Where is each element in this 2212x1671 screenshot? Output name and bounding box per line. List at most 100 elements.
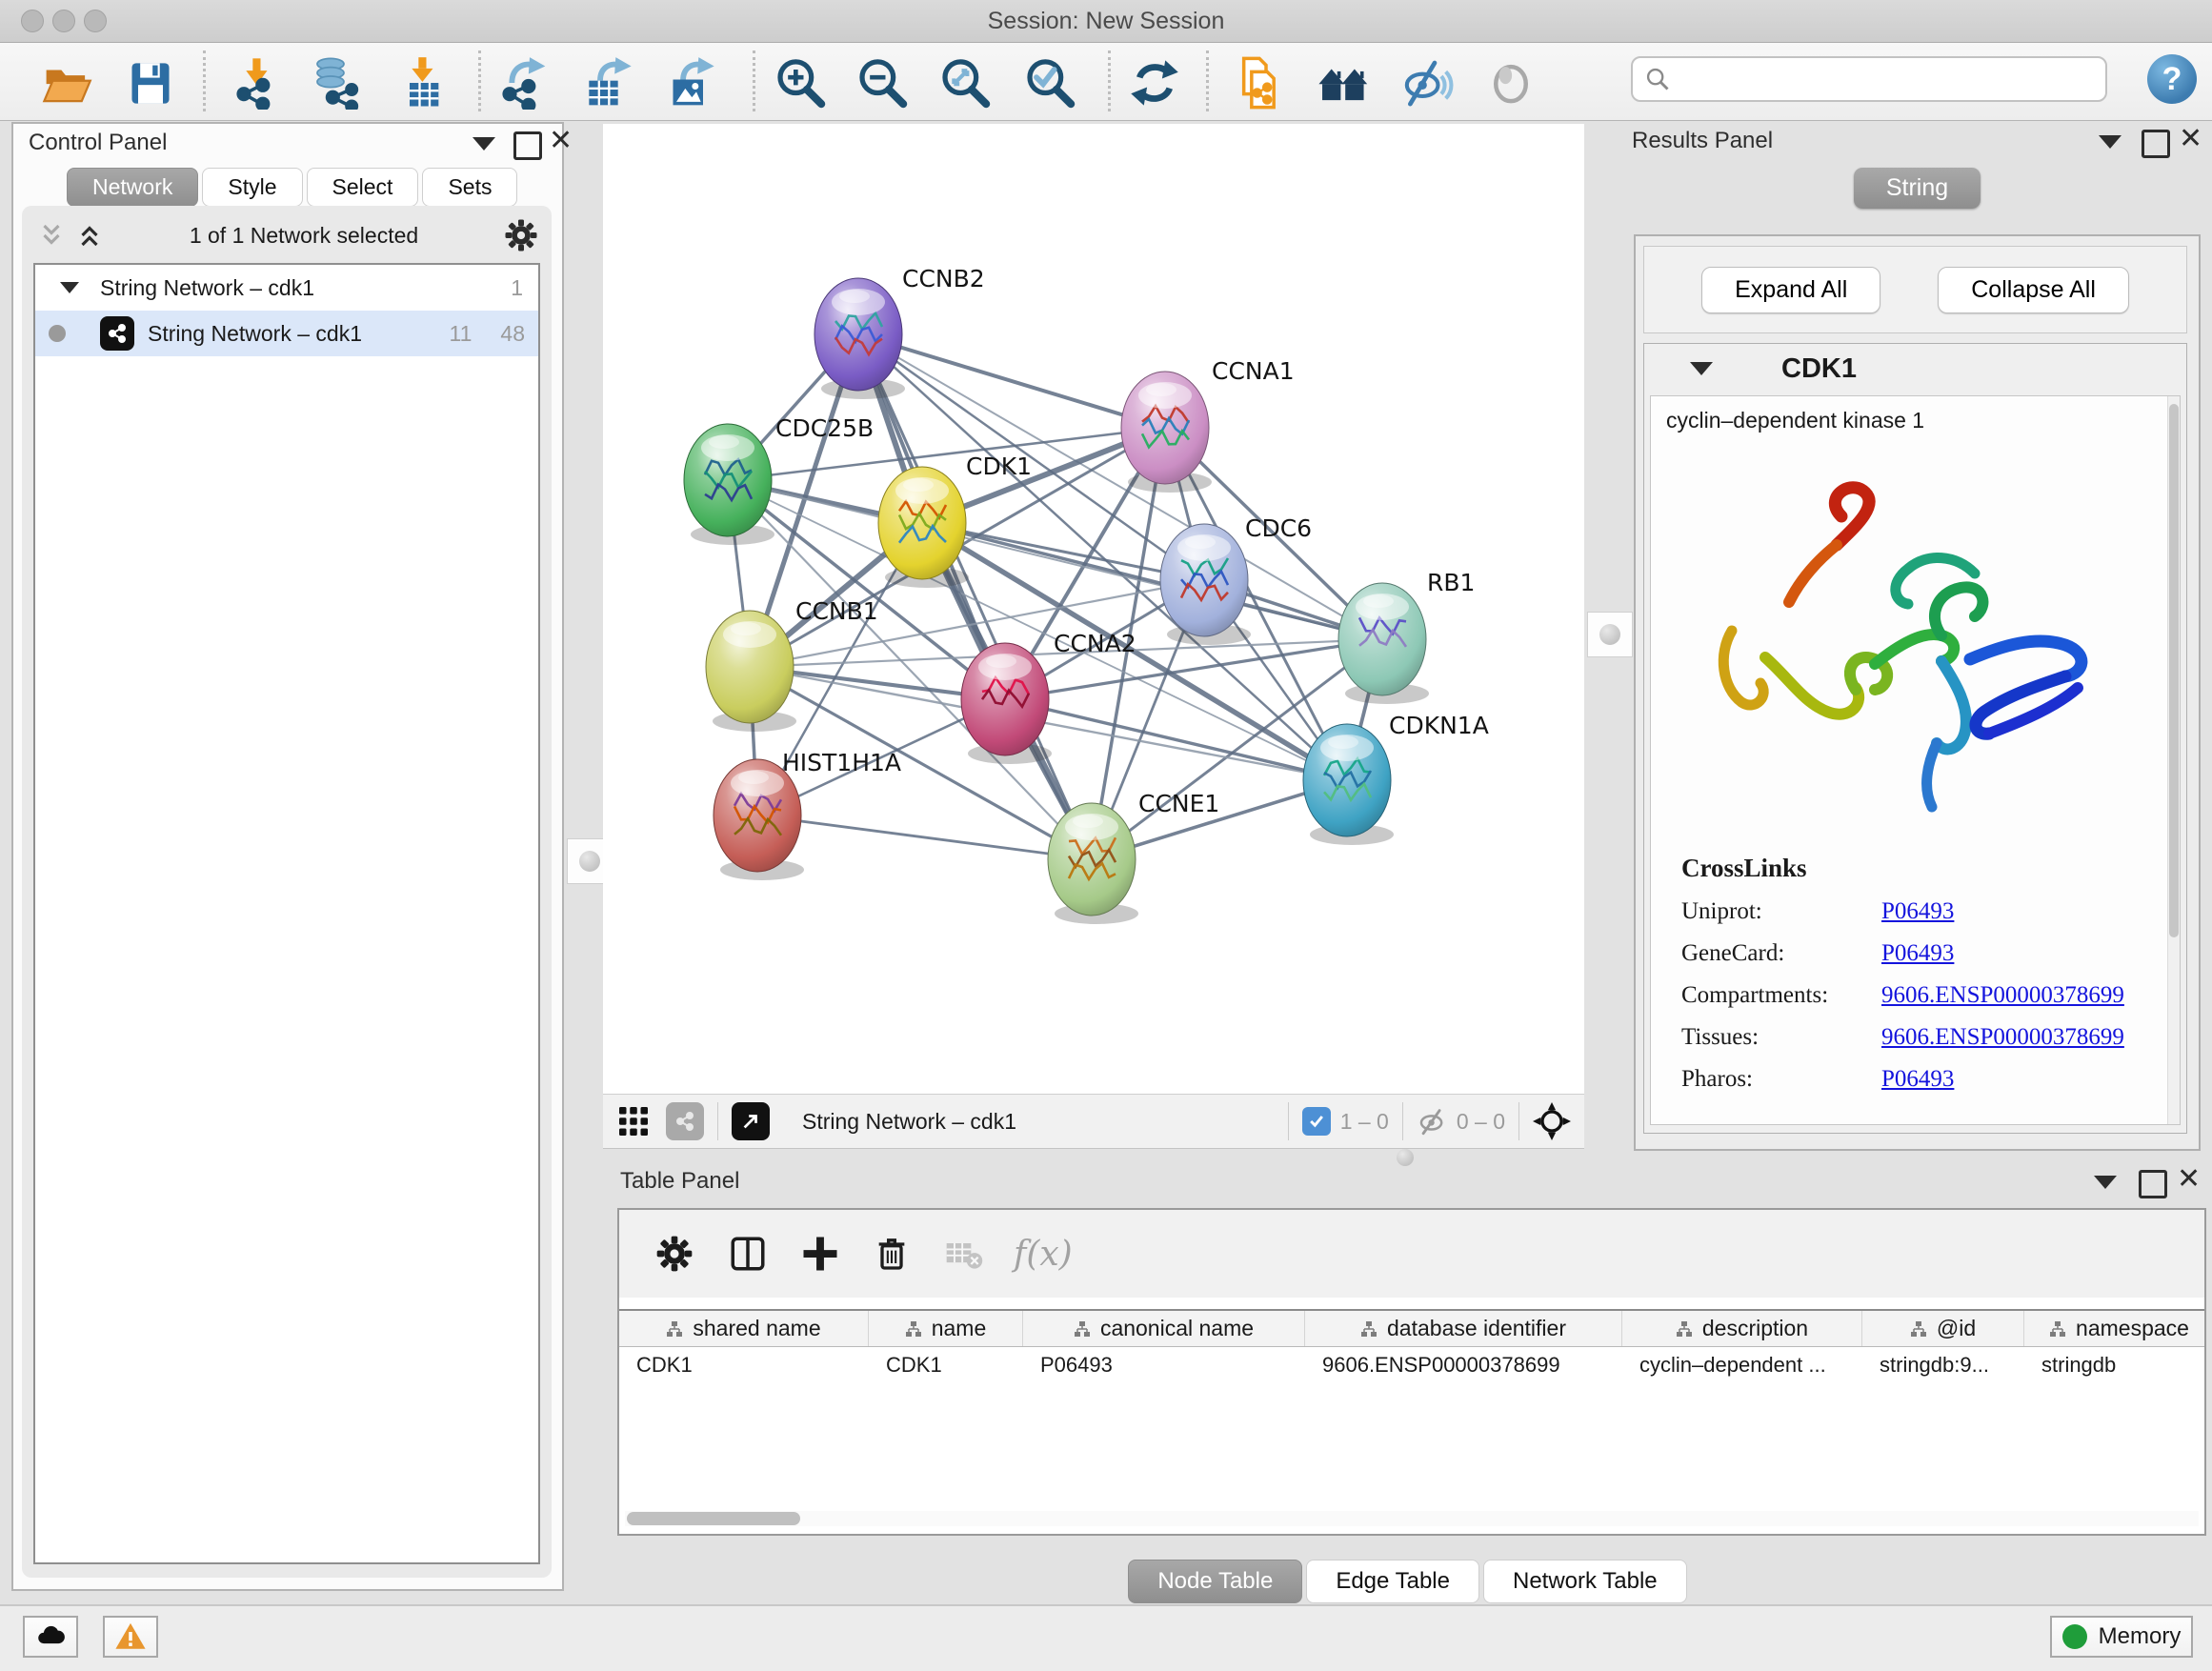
table-horizontal-scrollbar[interactable] — [625, 1511, 2199, 1526]
table-options-gear-icon[interactable] — [655, 1235, 694, 1273]
open-session-icon[interactable] — [36, 52, 97, 113]
edge-CCNB2-CCNE1[interactable] — [858, 334, 1092, 859]
tab-network[interactable]: Network — [67, 168, 198, 207]
open-in-new-window-icon[interactable] — [732, 1102, 770, 1140]
network-collection-row[interactable]: String Network – cdk1 1 — [35, 265, 538, 311]
warnings-button[interactable] — [103, 1616, 158, 1658]
gene-entry-header[interactable]: CDK1 — [1644, 344, 2186, 393]
cell-canonical-name[interactable]: P06493 — [1023, 1347, 1305, 1383]
collapse-row-icon[interactable] — [60, 282, 79, 293]
column-header-shared-name[interactable]: shared name — [619, 1311, 869, 1346]
sort-column-icon[interactable] — [905, 1321, 922, 1337]
cell-name[interactable]: CDK1 — [869, 1347, 1023, 1383]
zoom-in-icon[interactable] — [770, 52, 831, 113]
cell-database-identifier[interactable]: 9606.ENSP00000378699 — [1305, 1347, 1622, 1383]
zoom-out-icon[interactable] — [852, 52, 913, 113]
hide-panel-eye-icon[interactable] — [1398, 52, 1458, 113]
close-panel-icon[interactable]: ✕ — [2177, 1168, 2201, 1191]
tab-string[interactable]: String — [1854, 168, 1981, 209]
sort-column-icon[interactable] — [1360, 1321, 1377, 1337]
close-panel-icon[interactable]: ✕ — [549, 130, 573, 152]
add-column-icon[interactable] — [800, 1234, 840, 1274]
column-header-id[interactable]: @id — [1862, 1311, 2024, 1346]
cloud-status-button[interactable] — [23, 1616, 78, 1658]
crosslink-link[interactable]: 9606.ENSP00000378699 — [1881, 1024, 2124, 1051]
table-row[interactable]: CDK1CDK1P064939606.ENSP00000378699cyclin… — [619, 1347, 2204, 1383]
sort-column-icon[interactable] — [2049, 1321, 2066, 1337]
help-icon[interactable]: ? — [2147, 54, 2197, 104]
node-HIST1H1A[interactable]: HIST1H1A — [714, 749, 901, 880]
edge-CCNB2-CCNA1[interactable] — [858, 334, 1165, 428]
column-header-description[interactable]: description — [1622, 1311, 1862, 1346]
show-panel-eye-icon[interactable] — [1480, 52, 1541, 113]
delete-column-icon[interactable] — [873, 1235, 911, 1273]
crosslink-link[interactable]: 9606.ENSP00000378699 — [1881, 982, 2124, 1009]
sort-column-icon[interactable] — [1910, 1321, 1927, 1337]
expand-all-chevron-icon[interactable] — [75, 221, 104, 250]
node-CCNB2[interactable]: CCNB2 — [814, 265, 985, 399]
panel-menu-icon[interactable] — [473, 137, 495, 151]
node-CCNA1[interactable]: CCNA1 — [1121, 357, 1295, 493]
export-network-icon[interactable] — [493, 52, 553, 113]
node-CDKN1A[interactable]: CDKN1A — [1303, 712, 1489, 845]
network-options-gear-icon[interactable] — [504, 218, 538, 252]
panel-menu-icon[interactable] — [2099, 135, 2122, 149]
string-style-icon[interactable] — [666, 1102, 704, 1140]
panel-menu-icon[interactable] — [2094, 1176, 2117, 1189]
import-network-file-icon[interactable] — [227, 52, 288, 113]
tab-sets[interactable]: Sets — [422, 168, 517, 207]
crosslink-link[interactable]: P06493 — [1881, 1066, 1954, 1093]
column-header-canonical-name[interactable]: canonical name — [1023, 1311, 1305, 1346]
tab-style[interactable]: Style — [202, 168, 302, 207]
expand-all-button[interactable]: Expand All — [1701, 267, 1880, 313]
collapse-all-chevron-icon[interactable] — [37, 221, 66, 250]
node-CCNE1[interactable]: CCNE1 — [1048, 790, 1219, 924]
results-scrollbar[interactable] — [2167, 396, 2180, 1124]
sort-column-icon[interactable] — [666, 1321, 683, 1337]
column-header-namespace[interactable]: namespace — [2024, 1311, 2212, 1346]
float-panel-icon[interactable] — [2142, 130, 2170, 158]
collapse-entry-icon[interactable] — [1690, 362, 1713, 375]
tab-node-table[interactable]: Node Table — [1128, 1560, 1302, 1603]
close-panel-icon[interactable]: ✕ — [2179, 128, 2202, 151]
collapse-all-button[interactable]: Collapse All — [1938, 267, 2129, 313]
network-graph[interactable]: CCNB2CCNA1CDC25BCDK1CDC6RB1CCNB1CCNA2CDK… — [603, 124, 1584, 1094]
selected-checkbox-icon[interactable] — [1302, 1107, 1331, 1136]
sort-column-icon[interactable] — [1676, 1321, 1693, 1337]
tab-edge-table[interactable]: Edge Table — [1306, 1560, 1479, 1603]
crosslink-link[interactable]: P06493 — [1881, 898, 1954, 925]
refresh-icon[interactable] — [1124, 52, 1185, 113]
zoom-fit-icon[interactable] — [935, 52, 995, 113]
cell-shared-name[interactable]: CDK1 — [619, 1347, 869, 1383]
export-image-icon[interactable] — [659, 52, 720, 113]
share-document-icon[interactable] — [1229, 52, 1290, 113]
zoom-selected-icon[interactable] — [1019, 52, 1080, 113]
search-input[interactable] — [1671, 66, 2105, 92]
float-panel-icon[interactable] — [2139, 1170, 2167, 1198]
cell-id[interactable]: stringdb:9... — [1862, 1347, 2024, 1383]
float-panel-icon[interactable] — [513, 131, 542, 160]
network-row-selected[interactable]: String Network – cdk1 11 48 — [35, 311, 538, 356]
tab-select[interactable]: Select — [307, 168, 419, 207]
edge-CCNA2-CDKN1A[interactable] — [1005, 699, 1347, 780]
node-RB1[interactable]: RB1 — [1338, 569, 1475, 704]
save-session-icon[interactable] — [120, 52, 181, 113]
cell-description[interactable]: cyclin–dependent ... — [1622, 1347, 1862, 1383]
import-network-database-icon[interactable] — [307, 52, 368, 113]
birdseye-view-icon[interactable] — [616, 1104, 651, 1138]
column-header-name[interactable]: name — [869, 1311, 1023, 1346]
edge-HIST1H1A-CCNE1[interactable] — [757, 815, 1092, 859]
home-icon[interactable] — [1314, 52, 1375, 113]
memory-button[interactable]: Memory — [2050, 1616, 2193, 1658]
node-CCNB1[interactable]: CCNB1 — [706, 597, 878, 732]
show-columns-icon[interactable] — [728, 1234, 768, 1274]
crosslink-link[interactable]: P06493 — [1881, 940, 1954, 967]
column-header-database-identifier[interactable]: database identifier — [1305, 1311, 1622, 1346]
scrollbar-thumb[interactable] — [627, 1512, 800, 1525]
node-CDK1[interactable]: CDK1 — [878, 453, 1032, 588]
sort-column-icon[interactable] — [1074, 1321, 1091, 1337]
import-table-file-icon[interactable] — [392, 52, 453, 113]
results-scrollbar-thumb[interactable] — [2169, 404, 2179, 937]
search-field[interactable] — [1631, 56, 2107, 102]
center-view-crosshair-icon[interactable] — [1533, 1102, 1571, 1140]
